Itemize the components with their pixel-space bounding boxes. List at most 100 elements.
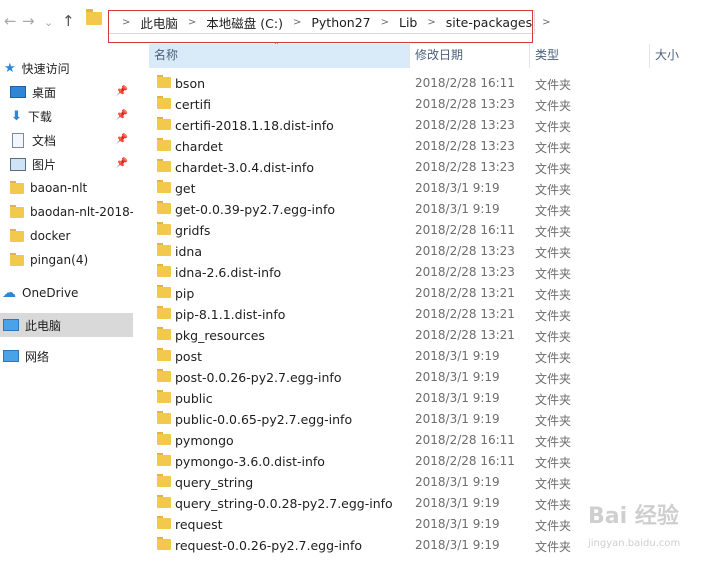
folder-icon	[157, 96, 171, 109]
file-row[interactable]: gridfs 2018/2/28 16:11 文件夹	[155, 221, 715, 242]
breadcrumb-drive-c[interactable]: 本地磁盘 (C:)	[206, 13, 283, 32]
column-divider[interactable]	[529, 44, 530, 68]
breadcrumb-separator-icon[interactable]: >	[122, 17, 130, 28]
up-button[interactable]: ↑	[62, 12, 75, 30]
file-type: 文件夹	[535, 372, 572, 386]
folder-icon	[10, 252, 24, 266]
column-header-date[interactable]: 修改日期	[415, 44, 463, 68]
file-name: public	[175, 391, 213, 406]
column-header-type[interactable]: 类型	[535, 44, 559, 68]
sidebar-item-pictures[interactable]: 图片 📌	[0, 152, 133, 176]
file-name: get	[175, 181, 196, 196]
sidebar-item-documents[interactable]: 文档 📌	[0, 128, 133, 152]
folder-icon	[10, 180, 24, 194]
breadcrumb: > 此电脑 > 本地磁盘 (C:) > Python27 > Lib > sit…	[112, 13, 561, 32]
file-row[interactable]: idna-2.6.dist-info 2018/2/28 13:23 文件夹	[155, 263, 715, 284]
file-row[interactable]: query_string 2018/3/1 9:19 文件夹	[155, 473, 715, 494]
file-type: 文件夹	[535, 246, 572, 260]
file-name: pymongo	[175, 433, 234, 448]
folder-icon	[157, 432, 171, 445]
folder-icon	[86, 9, 102, 25]
file-type: 文件夹	[535, 162, 572, 176]
breadcrumb-site-packages[interactable]: site-packages	[446, 15, 532, 30]
column-header-size[interactable]: 大小	[655, 44, 679, 68]
sidebar-item-label: OneDrive	[22, 286, 79, 300]
pin-icon: 📌	[115, 134, 128, 145]
back-button[interactable]: ←	[4, 12, 17, 30]
sidebar-item-label: baoan-nlt	[30, 181, 88, 195]
sidebar-item-pingan[interactable]: pingan(4)	[0, 248, 133, 272]
column-divider[interactable]	[649, 44, 650, 68]
column-header-row: ⌃ 名称 修改日期 类型 大小	[149, 41, 715, 68]
file-name: request	[175, 517, 223, 532]
pin-icon: 📌	[115, 110, 128, 121]
file-type: 文件夹	[535, 141, 572, 155]
star-icon: ★	[4, 60, 16, 76]
breadcrumb-this-pc[interactable]: 此电脑	[140, 13, 178, 32]
folder-icon	[157, 411, 171, 424]
file-type: 文件夹	[535, 267, 572, 281]
folder-icon	[157, 348, 171, 361]
file-row[interactable]: public 2018/3/1 9:19 文件夹	[155, 389, 715, 410]
file-row[interactable]: pymongo-3.6.0.dist-info 2018/2/28 16:11 文件…	[155, 452, 715, 473]
file-date: 2018/2/28 16:11	[415, 433, 515, 447]
file-name: certifi	[175, 97, 211, 112]
sort-ascending-icon: ⌃	[273, 41, 280, 50]
cloud-icon: ☁	[2, 285, 16, 301]
file-row[interactable]: certifi-2018.1.18.dist-info 2018/2/28 13:…	[155, 116, 715, 137]
sidebar-item-desktop[interactable]: 桌面 📌	[0, 80, 133, 104]
file-name: pip-8.1.1.dist-info	[175, 307, 286, 322]
sidebar-item-this-pc[interactable]: 此电脑	[0, 313, 133, 337]
folder-icon	[157, 75, 171, 88]
breadcrumb-separator-icon[interactable]: >	[293, 17, 301, 28]
file-row[interactable]: get-0.0.39-py2.7.egg-info 2018/3/1 9:19 文件…	[155, 200, 715, 221]
file-date: 2018/3/1 9:19	[415, 181, 500, 195]
network-icon	[3, 350, 19, 362]
breadcrumb-separator-icon[interactable]: >	[542, 17, 550, 28]
file-row[interactable]: chardet-3.0.4.dist-info 2018/2/28 13:23 文件…	[155, 158, 715, 179]
sidebar-item-baoan-nlt[interactable]: baoan-nlt	[0, 176, 133, 200]
file-row[interactable]: post 2018/3/1 9:19 文件夹	[155, 347, 715, 368]
file-row[interactable]: idna 2018/2/28 13:23 文件夹	[155, 242, 715, 263]
file-name: request-0.0.26-py2.7.egg-info	[175, 538, 362, 553]
watermark-logo: Bai 经验	[588, 504, 679, 529]
breadcrumb-lib[interactable]: Lib	[399, 15, 417, 30]
column-header-label: 修改日期	[415, 48, 464, 62]
sidebar-item-network[interactable]: 网络	[0, 344, 133, 368]
file-row[interactable]: pkg_resources 2018/2/28 13:21 文件夹	[155, 326, 715, 347]
column-divider[interactable]	[409, 44, 410, 68]
breadcrumb-separator-icon[interactable]: >	[427, 17, 435, 28]
folder-icon	[157, 243, 171, 256]
column-header-label: 名称	[154, 48, 179, 62]
folder-icon	[157, 117, 171, 130]
file-type: 文件夹	[535, 414, 572, 428]
sidebar-item-label: baodan-nlt-2018-	[30, 205, 133, 219]
file-row[interactable]: pymongo 2018/2/28 16:11 文件夹	[155, 431, 715, 452]
file-row[interactable]: bson 2018/2/28 16:11 文件夹	[155, 74, 715, 95]
file-date: 2018/2/28 13:23	[415, 265, 515, 279]
file-row[interactable]: pip-8.1.1.dist-info 2018/2/28 13:21 文件夹	[155, 305, 715, 326]
column-header-name[interactable]: ⌃ 名称	[149, 41, 409, 68]
breadcrumb-python27[interactable]: Python27	[311, 15, 370, 30]
sidebar-item-docker[interactable]: docker	[0, 224, 133, 248]
breadcrumb-separator-icon[interactable]: >	[381, 17, 389, 28]
breadcrumb-separator-icon[interactable]: >	[188, 17, 196, 28]
file-row[interactable]: certifi 2018/2/28 13:23 文件夹	[155, 95, 715, 116]
file-row[interactable]: post-0.0.26-py2.7.egg-info 2018/3/1 9:19 文…	[155, 368, 715, 389]
file-row[interactable]: public-0.0.65-py2.7.egg-info 2018/3/1 9:1…	[155, 410, 715, 431]
sidebar-item-baodan-nlt-2018[interactable]: baodan-nlt-2018-	[0, 200, 133, 224]
sidebar-item-label: docker	[30, 229, 71, 243]
file-date: 2018/2/28 16:11	[415, 76, 515, 90]
file-row[interactable]: get 2018/3/1 9:19 文件夹	[155, 179, 715, 200]
sidebar-item-onedrive[interactable]: ☁ OneDrive	[0, 281, 133, 305]
file-type: 文件夹	[535, 330, 572, 344]
recent-locations-button[interactable]: ⌄	[44, 14, 53, 32]
file-date: 2018/2/28 13:21	[415, 328, 515, 342]
forward-button[interactable]: →	[22, 12, 35, 30]
sidebar-item-downloads[interactable]: ⬇ 下载 📌	[0, 104, 133, 128]
file-type: 文件夹	[535, 540, 572, 554]
column-header-label: 类型	[535, 48, 560, 62]
sidebar-item-quick-access[interactable]: ★ 快速访问	[0, 56, 133, 80]
file-row[interactable]: chardet 2018/2/28 13:23 文件夹	[155, 137, 715, 158]
file-row[interactable]: pip 2018/2/28 13:21 文件夹	[155, 284, 715, 305]
